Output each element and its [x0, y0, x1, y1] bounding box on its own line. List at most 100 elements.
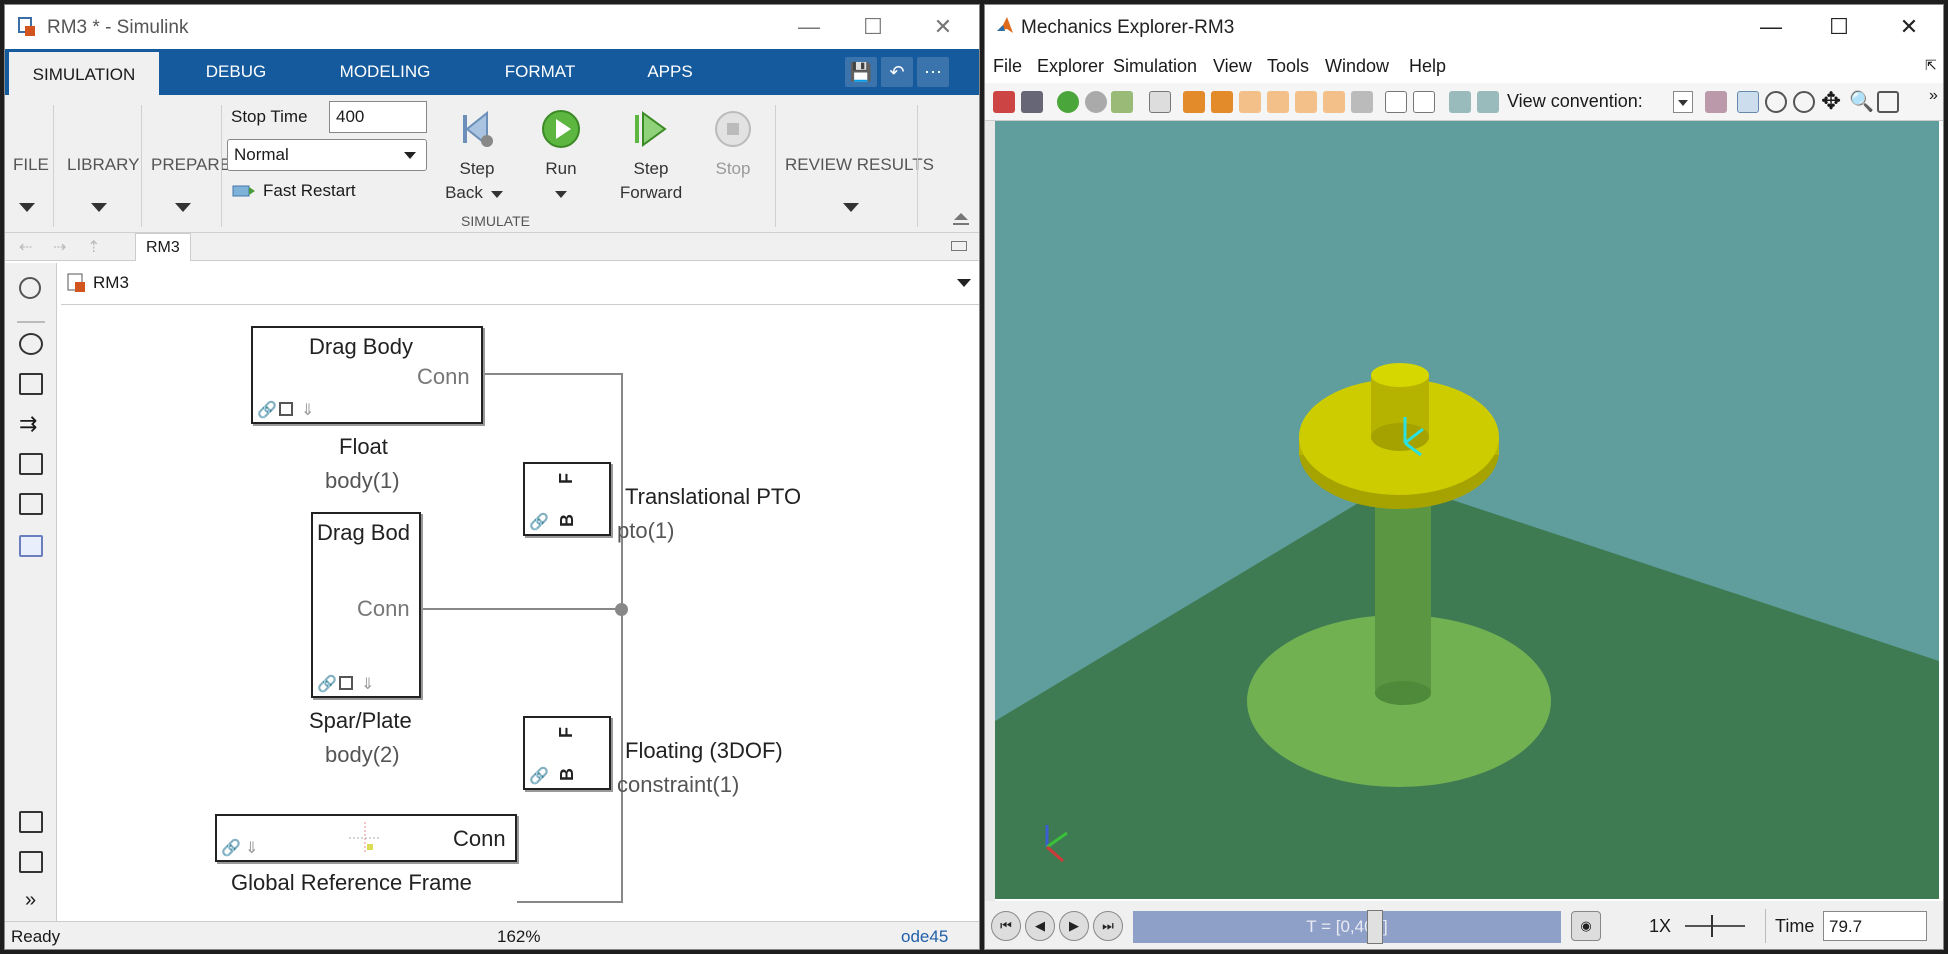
solver-link[interactable]: ode45	[901, 927, 948, 947]
pan-icon[interactable]: ✥	[1821, 87, 1841, 116]
time-input[interactable]: 79.7	[1823, 911, 1927, 941]
tab-debug[interactable]: DEBUG	[181, 49, 291, 95]
global-reference-frame-block[interactable]: Conn 🔗 ⇓	[215, 814, 517, 862]
menu-file[interactable]: File	[993, 56, 1022, 77]
undock-icon[interactable]: ⇱	[1925, 57, 1937, 74]
maximize-button[interactable]: ☐	[1811, 11, 1867, 43]
single-tile-icon[interactable]	[1413, 91, 1435, 113]
image-icon[interactable]	[19, 493, 43, 515]
run-button[interactable]: Run	[533, 159, 589, 179]
menu-view[interactable]: View	[1213, 56, 1252, 77]
keyboard-icon[interactable]	[951, 241, 967, 251]
select-cursor-icon[interactable]	[1737, 91, 1759, 113]
run-dropdown-icon[interactable]	[555, 191, 567, 198]
back-view-icon[interactable]	[1239, 91, 1261, 113]
menu-explorer[interactable]: Explorer	[1037, 56, 1104, 77]
undo-icon[interactable]: ↶	[881, 57, 913, 87]
library-dropdown-icon[interactable]	[91, 203, 107, 212]
step-back-label-2[interactable]: Back	[441, 183, 487, 203]
zoom-icon[interactable]: 🔍	[1849, 89, 1874, 114]
back-arrow-icon[interactable]: ⇠	[19, 237, 32, 257]
run-icon[interactable]	[541, 109, 581, 149]
review-results-dropdown-icon[interactable]	[843, 203, 859, 212]
tab-apps[interactable]: APPS	[615, 49, 725, 95]
timeline-slider-thumb[interactable]	[1367, 910, 1383, 944]
menu-tools[interactable]: Tools	[1267, 56, 1309, 77]
annotation-icon[interactable]	[19, 453, 43, 475]
right-view-icon[interactable]	[1295, 91, 1317, 113]
save-icon[interactable]: 💾	[845, 57, 877, 87]
spar-drag-body-block[interactable]: Drag Bod Conn 🔗 ⇓	[311, 512, 421, 698]
top-view-icon[interactable]	[1323, 91, 1345, 113]
up-arrow-icon[interactable]: ⇡	[87, 237, 100, 257]
minimize-button[interactable]: —	[781, 11, 837, 43]
library-menu-button[interactable]: LIBRARY	[67, 155, 139, 175]
menu-window[interactable]: Window	[1325, 56, 1389, 77]
tab-simulation[interactable]: SIMULATION	[9, 49, 159, 95]
split-vertical-icon[interactable]	[1477, 91, 1499, 113]
speed-slider[interactable]	[1685, 915, 1745, 937]
fit-to-view-icon[interactable]	[19, 373, 43, 395]
maximize-button[interactable]: ☐	[845, 11, 901, 43]
step-forward-icon[interactable]	[631, 109, 671, 149]
step-forward-label-1[interactable]: Step	[621, 159, 681, 179]
play-icon[interactable]: ▶	[1059, 911, 1089, 941]
arrow-right-icon[interactable]: ⇉	[19, 413, 37, 435]
model-tab-rm3[interactable]: RM3	[135, 233, 191, 261]
forward-arrow-icon[interactable]: ⇢	[53, 237, 66, 257]
tab-modeling[interactable]: MODELING	[305, 49, 465, 95]
export-icon[interactable]	[1111, 91, 1133, 113]
roll-icon[interactable]	[1793, 91, 1815, 113]
close-results-icon[interactable]	[993, 91, 1015, 113]
fit-icon[interactable]	[1149, 91, 1171, 113]
close-button[interactable]: ✕	[1881, 11, 1937, 43]
minimize-button[interactable]: —	[1743, 11, 1799, 43]
tree-collapse-strip[interactable]	[985, 121, 995, 901]
camera-icon[interactable]	[19, 811, 43, 833]
playback-timeline[interactable]: T = [0,400]	[1133, 910, 1561, 944]
translational-pto-block[interactable]: F B 🔗	[523, 462, 611, 536]
path-dropdown-icon[interactable]	[957, 279, 971, 287]
step-back-label-1[interactable]: Step	[449, 159, 505, 179]
front-view-icon[interactable]	[1211, 91, 1233, 113]
hide-explorer-icon[interactable]	[19, 277, 41, 299]
stop-icon[interactable]	[1085, 91, 1107, 113]
step-back-icon[interactable]: ◀	[1025, 911, 1055, 941]
3d-scene-viewport[interactable]	[995, 121, 1939, 899]
skip-to-start-icon[interactable]: ⏮	[991, 911, 1021, 941]
property-inspector-icon[interactable]	[19, 851, 43, 873]
step-back-dropdown-icon[interactable]	[491, 191, 503, 198]
fast-restart-button[interactable]: Fast Restart	[263, 181, 356, 201]
float-drag-body-block[interactable]: Drag Body Conn 🔗 ⇓	[251, 326, 483, 424]
rotate-icon[interactable]	[1765, 91, 1787, 113]
split-horizontal-icon[interactable]	[1449, 91, 1471, 113]
prepare-menu-button[interactable]: PREPARE	[151, 155, 231, 175]
more-toolbar-icon[interactable]: »	[1929, 87, 1938, 105]
view-convention-dropdown[interactable]	[1673, 91, 1693, 113]
four-tile-icon[interactable]	[1385, 91, 1407, 113]
expand-icon[interactable]: »	[25, 889, 36, 912]
model-canvas[interactable]: Drag Body Conn 🔗 ⇓ Float body(1) Drag Bo…	[59, 306, 979, 921]
review-results-button[interactable]: REVIEW RESULTS	[785, 155, 934, 175]
bottom-view-icon[interactable]	[1351, 91, 1373, 113]
file-dropdown-icon[interactable]	[19, 203, 35, 212]
zoom-box-icon[interactable]	[1877, 91, 1899, 113]
play-icon[interactable]	[1057, 91, 1079, 113]
tab-format[interactable]: FORMAT	[475, 49, 605, 95]
prepare-dropdown-icon[interactable]	[175, 203, 191, 212]
floating-3dof-block[interactable]: F B 🔗	[523, 716, 611, 790]
step-forward-label-2[interactable]: Forward	[611, 183, 691, 203]
area-icon[interactable]	[19, 535, 43, 557]
speed-slider-thumb[interactable]	[1711, 915, 1713, 937]
left-view-icon[interactable]	[1267, 91, 1289, 113]
menu-help[interactable]: Help	[1409, 56, 1446, 77]
more-options-icon[interactable]: ⋯	[917, 57, 949, 87]
save-results-icon[interactable]	[1021, 91, 1043, 113]
zoom-icon[interactable]	[19, 333, 43, 355]
file-menu-button[interactable]: FILE	[13, 155, 49, 175]
close-button[interactable]: ✕	[915, 11, 971, 43]
stop-time-input[interactable]: 400	[329, 101, 427, 133]
color-icon[interactable]	[1705, 91, 1727, 113]
menu-simulation[interactable]: Simulation	[1113, 56, 1197, 77]
record-icon[interactable]: ◉	[1571, 911, 1601, 941]
